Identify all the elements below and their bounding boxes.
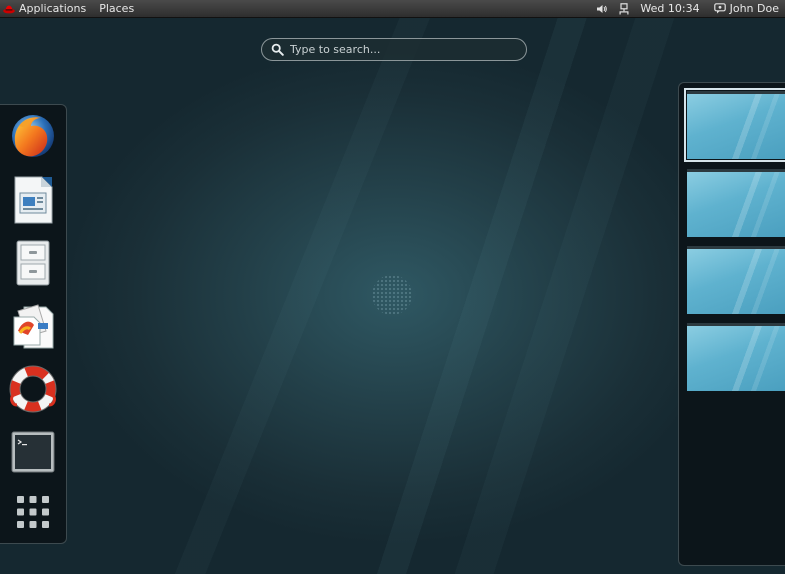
workspace-topbar xyxy=(687,91,785,94)
clock[interactable]: Wed 10:34 xyxy=(640,0,699,17)
workspace-thumbnail-2[interactable] xyxy=(687,169,785,237)
wallpaper-center-dots xyxy=(372,275,412,315)
file-cabinet-icon xyxy=(16,240,50,286)
workspace-thumbnail-1[interactable] xyxy=(684,88,785,162)
dash xyxy=(0,104,67,544)
top-bar: Applications Places Wed 10:34 John Doe xyxy=(0,0,785,18)
lifebuoy-icon xyxy=(9,365,57,413)
workspace-switcher xyxy=(678,82,785,566)
firefox-icon xyxy=(12,115,54,157)
top-bar-right: Wed 10:34 John Doe xyxy=(596,0,779,17)
search-box[interactable] xyxy=(261,38,527,61)
workspace-topbar xyxy=(687,323,785,326)
places-menu[interactable]: Places xyxy=(99,0,134,17)
show-applications-button[interactable] xyxy=(8,487,58,537)
desktop-overview: Applications Places Wed 10:34 John Doe T… xyxy=(0,0,785,574)
dash-item-terminal[interactable] xyxy=(8,427,58,477)
workspace-thumbnail-4[interactable] xyxy=(687,323,785,391)
workspace-topbar xyxy=(687,169,785,172)
workspace-thumbnail-3[interactable] xyxy=(687,246,785,314)
document-icon xyxy=(14,176,53,224)
dash-item-documents[interactable] xyxy=(8,301,58,351)
network-wired-icon[interactable] xyxy=(618,2,630,15)
redhat-logo-icon[interactable] xyxy=(3,4,15,14)
dash-item-files[interactable] xyxy=(8,238,58,288)
applications-menu[interactable]: Applications xyxy=(19,0,86,17)
search-icon xyxy=(271,43,284,56)
volume-icon[interactable] xyxy=(596,3,608,15)
top-bar-left: Applications Places xyxy=(3,0,147,17)
user-status-icon[interactable] xyxy=(713,3,726,14)
grid-icon xyxy=(17,496,49,528)
dash-item-firefox[interactable] xyxy=(8,111,58,161)
workspace-topbar xyxy=(687,246,785,249)
search-input[interactable] xyxy=(290,43,510,56)
terminal-icon xyxy=(11,431,55,473)
user-name[interactable]: John Doe xyxy=(730,0,779,17)
dash-item-help[interactable] xyxy=(8,364,58,414)
documents-icon xyxy=(13,304,54,349)
dash-item-impress[interactable] xyxy=(8,175,58,225)
